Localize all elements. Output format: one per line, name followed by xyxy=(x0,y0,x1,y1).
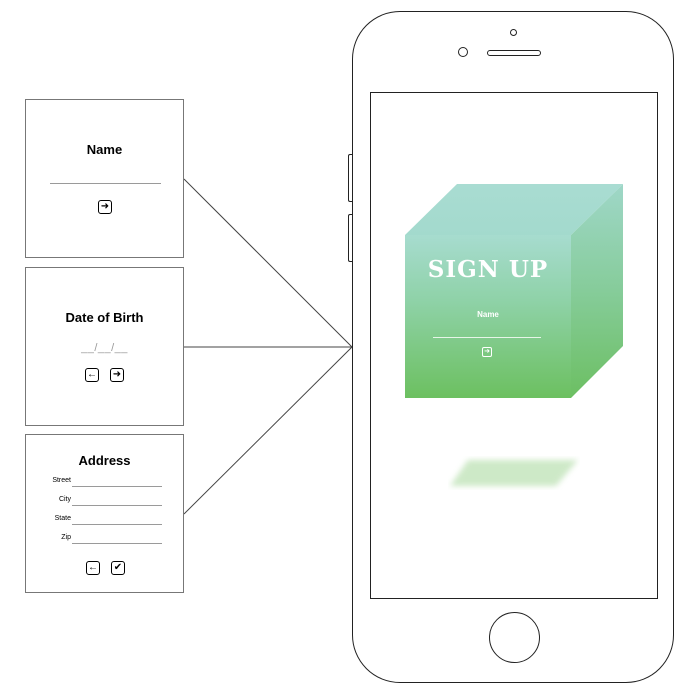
cube-name-label: Name xyxy=(477,310,499,319)
signup-heading: SIGN UP xyxy=(427,256,549,283)
cube-name-input-line[interactable] xyxy=(433,337,541,338)
arrow-right-icon: ➜ xyxy=(484,348,490,355)
signup-cube xyxy=(405,184,623,398)
cube-shadow xyxy=(450,460,578,486)
cube-next-button[interactable]: ➜ xyxy=(482,347,492,357)
